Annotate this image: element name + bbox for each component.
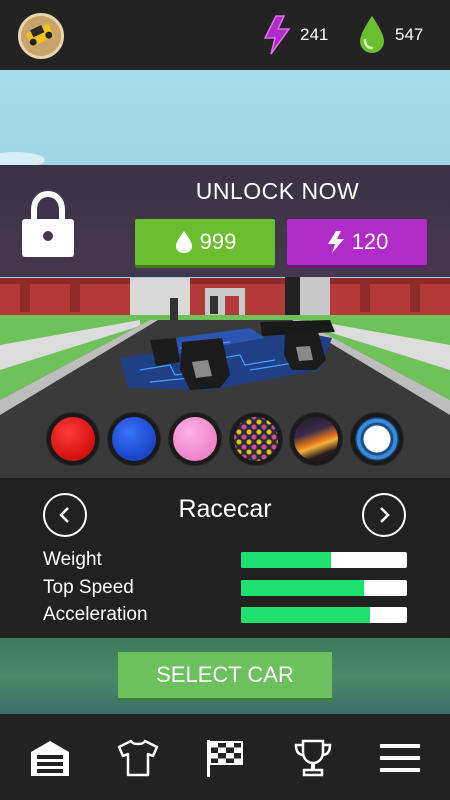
shirt-icon[interactable]: [117, 738, 159, 778]
garage-icon[interactable]: [29, 738, 71, 778]
paint-swatch-circuit[interactable]: [351, 413, 403, 465]
chevron-right-icon: [380, 507, 390, 523]
select-car-button[interactable]: SELECT CAR: [118, 652, 332, 698]
stat-fill-top-speed: [241, 580, 364, 596]
drops-count: 547: [395, 25, 424, 44]
checkered-flag-icon[interactable]: [204, 738, 246, 778]
profile-avatar[interactable]: [18, 13, 64, 59]
lightning-icon: [263, 15, 291, 55]
menu-icon[interactable]: [379, 738, 421, 778]
buy-with-energy-button[interactable]: 120: [287, 219, 427, 265]
paint-swatch-pink[interactable]: [169, 413, 221, 465]
stat-label-top-speed: Top Speed: [43, 577, 134, 598]
trophy-icon[interactable]: [292, 738, 334, 778]
energy-counter[interactable]: 241: [262, 14, 328, 56]
lightning-icon: [327, 231, 344, 253]
stat-bar-acceleration: [241, 607, 407, 623]
buy-with-drops-button[interactable]: 999: [135, 219, 275, 265]
next-car-button[interactable]: [362, 493, 406, 537]
paint-swatch-red[interactable]: [47, 413, 99, 465]
drops-counter[interactable]: 547: [357, 14, 423, 56]
stat-bar-weight: [241, 552, 407, 568]
stat-label-acceleration: Acceleration: [43, 604, 148, 625]
stat-fill-acceleration: [241, 607, 371, 623]
paint-swatch-fire[interactable]: [290, 413, 342, 465]
price-drops: 999: [199, 229, 237, 254]
drop-icon: [175, 231, 192, 253]
drop-icon: [360, 16, 384, 53]
stat-fill-weight: [241, 552, 331, 568]
energy-count: 241: [300, 25, 329, 44]
lock-icon: [22, 190, 74, 257]
stat-label-weight: Weight: [43, 549, 102, 570]
stat-bar-top-speed: [241, 580, 407, 596]
unlock-title: UNLOCK NOW: [195, 178, 360, 204]
car-avatar-icon: [21, 16, 61, 56]
paint-swatch-pattern[interactable]: [230, 413, 282, 465]
car-name: Racecar: [178, 495, 272, 523]
previous-car-button[interactable]: [43, 493, 87, 537]
price-energy: 120: [351, 229, 389, 254]
chevron-left-icon: [59, 507, 69, 523]
paint-swatch-blue[interactable]: [108, 413, 160, 465]
